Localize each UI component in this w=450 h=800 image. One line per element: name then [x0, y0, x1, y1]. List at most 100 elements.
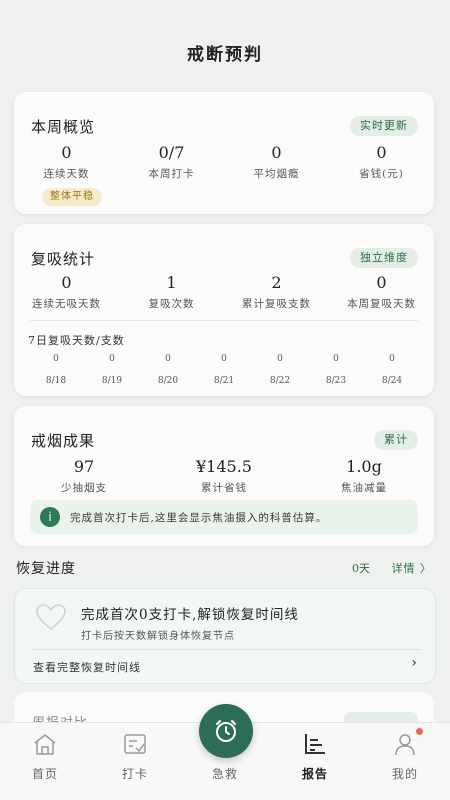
day-date: 8/23 — [325, 376, 347, 386]
weekly-overview-card: 本周概览 实时更新 0 连续天数 0/7 本周打卡 0 平均烟瘾 0 省钱(元)… — [14, 92, 434, 214]
stat-value: 1 — [166, 273, 177, 292]
stat-value: 0 — [271, 143, 282, 162]
stat-money-saved: 0 省钱(元) — [329, 142, 434, 181]
day-value: 0 — [333, 354, 339, 364]
tab-label: 报告 — [301, 767, 328, 781]
tab-label: 首页 — [31, 767, 58, 781]
day-value: 0 — [389, 354, 395, 364]
report-icon — [305, 734, 325, 754]
home-icon — [34, 734, 56, 755]
stat-value: 0 — [61, 143, 72, 162]
relapse-stats-card: 复吸统计 独立维度 0 连续无吸天数 1 复吸次数 2 累计复吸支数 0 本周复… — [14, 224, 434, 396]
day-date: 8/24 — [381, 376, 403, 386]
weekly-stats-row: 0 连续天数 0/7 本周打卡 0 平均烟瘾 0 省钱(元) — [14, 142, 434, 181]
stat-label: 累计复吸支数 — [242, 298, 311, 310]
divider — [30, 320, 418, 321]
day-date: 8/18 — [45, 376, 67, 386]
tar-info-box: i 完成首次打卡后,这里会显示焦油摄入的科普估算。 — [30, 500, 418, 534]
alarm-clock-icon — [216, 720, 236, 742]
day-date: 8/21 — [213, 376, 235, 386]
stat-label: 累计省钱 — [201, 482, 247, 494]
recovery-unlock-title: 完成首次0支打卡,解锁恢复时间线 — [81, 607, 299, 623]
tab-profile[interactable]: 我的 — [360, 723, 450, 800]
notification-dot — [416, 728, 423, 735]
day-date: 8/20 — [157, 376, 179, 386]
stat-value: 0 — [61, 273, 72, 292]
tab-home[interactable]: 首页 — [0, 723, 90, 800]
stat-label: 连续无吸天数 — [32, 298, 101, 310]
seven-day-relapse-title: 7日复吸天数/支数 — [28, 334, 125, 347]
tab-label: 急救 — [211, 767, 238, 781]
recovery-unlock-card[interactable]: 完成首次0支打卡,解锁恢复时间线 打卡后按天数解锁身体恢复节点 查看完整恢复时间… — [14, 588, 436, 684]
stat-value: 0 — [376, 143, 387, 162]
quit-results-title: 戒烟成果 — [31, 432, 96, 450]
stat-tar-reduction: 1.0g 焦油减量 — [294, 456, 434, 495]
tab-label: 打卡 — [121, 767, 148, 781]
checkin-icon — [124, 734, 146, 754]
day-item: 0 8/18 — [28, 354, 84, 386]
stat-label: 少抽烟支 — [61, 482, 107, 494]
independent-dimension-tag: 独立维度 — [350, 248, 418, 268]
stat-value: 97 — [73, 457, 95, 476]
stat-value: 1.0g — [346, 457, 382, 476]
recovery-detail-link[interactable]: 详情 〉 — [392, 560, 433, 576]
app-header: 戒断预判 — [0, 0, 450, 84]
relapse-stats-title: 复吸统计 — [31, 250, 96, 268]
day-value: 0 — [53, 354, 59, 364]
recovery-progress-title: 恢复进度 — [16, 561, 76, 577]
overall-status-badge: 整体平稳 — [42, 188, 102, 206]
tab-label: 我的 — [391, 767, 418, 781]
tar-info-text: 完成首次打卡后,这里会显示焦油摄入的科普估算。 — [70, 511, 328, 524]
stat-label: 平均烟瘾 — [253, 168, 300, 180]
day-item: 0 8/19 — [84, 354, 140, 386]
tab-report[interactable]: 报告 — [270, 723, 360, 800]
stat-value: ¥145.5 — [196, 457, 252, 476]
stat-fewer-cigarettes: 97 少抽烟支 — [14, 456, 154, 495]
view-full-timeline-link[interactable]: 查看完整恢复时间线 — [33, 659, 141, 675]
stat-label: 焦油减量 — [341, 482, 387, 494]
realtime-update-tag: 实时更新 — [350, 116, 418, 136]
quit-results-row: 97 少抽烟支 ¥145.5 累计省钱 1.0g 焦油减量 — [14, 456, 434, 495]
day-item: 0 8/23 — [308, 354, 364, 386]
chevron-right-icon[interactable]: › — [411, 655, 417, 671]
quit-results-card: 戒烟成果 累计 97 少抽烟支 ¥145.5 累计省钱 1.0g 焦油减量 i … — [14, 406, 434, 546]
stat-value: 0 — [376, 273, 387, 292]
day-date: 8/19 — [101, 376, 123, 386]
day-item: 0 8/21 — [196, 354, 252, 386]
recovery-progress-header: 恢复进度 0天 详情 〉 — [0, 556, 450, 580]
stat-smoke-free-days: 0 连续无吸天数 — [14, 272, 119, 311]
cumulative-tag: 累计 — [374, 430, 418, 450]
stat-cumulative-savings: ¥145.5 累计省钱 — [154, 456, 294, 495]
stat-label: 本周打卡 — [148, 168, 195, 180]
stat-total-relapse-cigarettes: 2 累计复吸支数 — [224, 272, 329, 311]
divider — [31, 649, 421, 650]
stat-consecutive-days: 0 连续天数 — [14, 142, 119, 181]
seven-day-relapse-row: 0 8/18 0 8/19 0 8/20 0 8/21 0 8/22 0 8/2… — [28, 354, 420, 386]
day-item: 0 8/20 — [140, 354, 196, 386]
day-date: 8/22 — [269, 376, 291, 386]
day-value: 0 — [165, 354, 171, 364]
stat-label: 省钱(元) — [359, 168, 404, 180]
stat-label: 复吸次数 — [148, 298, 195, 310]
day-value: 0 — [221, 354, 227, 364]
day-value: 0 — [277, 354, 283, 364]
page-title: 戒断预判 — [187, 44, 263, 65]
stat-value: 0/7 — [158, 143, 185, 162]
stat-average-craving: 0 平均烟瘾 — [224, 142, 329, 181]
stat-value: 2 — [271, 273, 282, 292]
user-icon — [395, 734, 415, 756]
stat-relapse-count: 1 复吸次数 — [119, 272, 224, 311]
weekly-overview-title: 本周概览 — [31, 118, 96, 136]
recovery-unlock-subtitle: 打卡后按天数解锁身体恢复节点 — [81, 631, 235, 642]
day-item: 0 8/22 — [252, 354, 308, 386]
relapse-stats-row: 0 连续无吸天数 1 复吸次数 2 累计复吸支数 0 本周复吸天数 — [14, 272, 434, 311]
stat-label: 连续天数 — [43, 168, 90, 180]
heart-icon — [36, 604, 66, 631]
stat-weekly-checkin: 0/7 本周打卡 — [119, 142, 224, 181]
stat-weekly-relapse-days: 0 本周复吸天数 — [329, 272, 434, 311]
day-item: 0 8/24 — [364, 354, 420, 386]
emergency-button[interactable] — [199, 704, 253, 758]
stat-label: 本周复吸天数 — [347, 298, 416, 310]
info-icon: i — [40, 507, 60, 527]
tab-checkin[interactable]: 打卡 — [90, 723, 180, 800]
